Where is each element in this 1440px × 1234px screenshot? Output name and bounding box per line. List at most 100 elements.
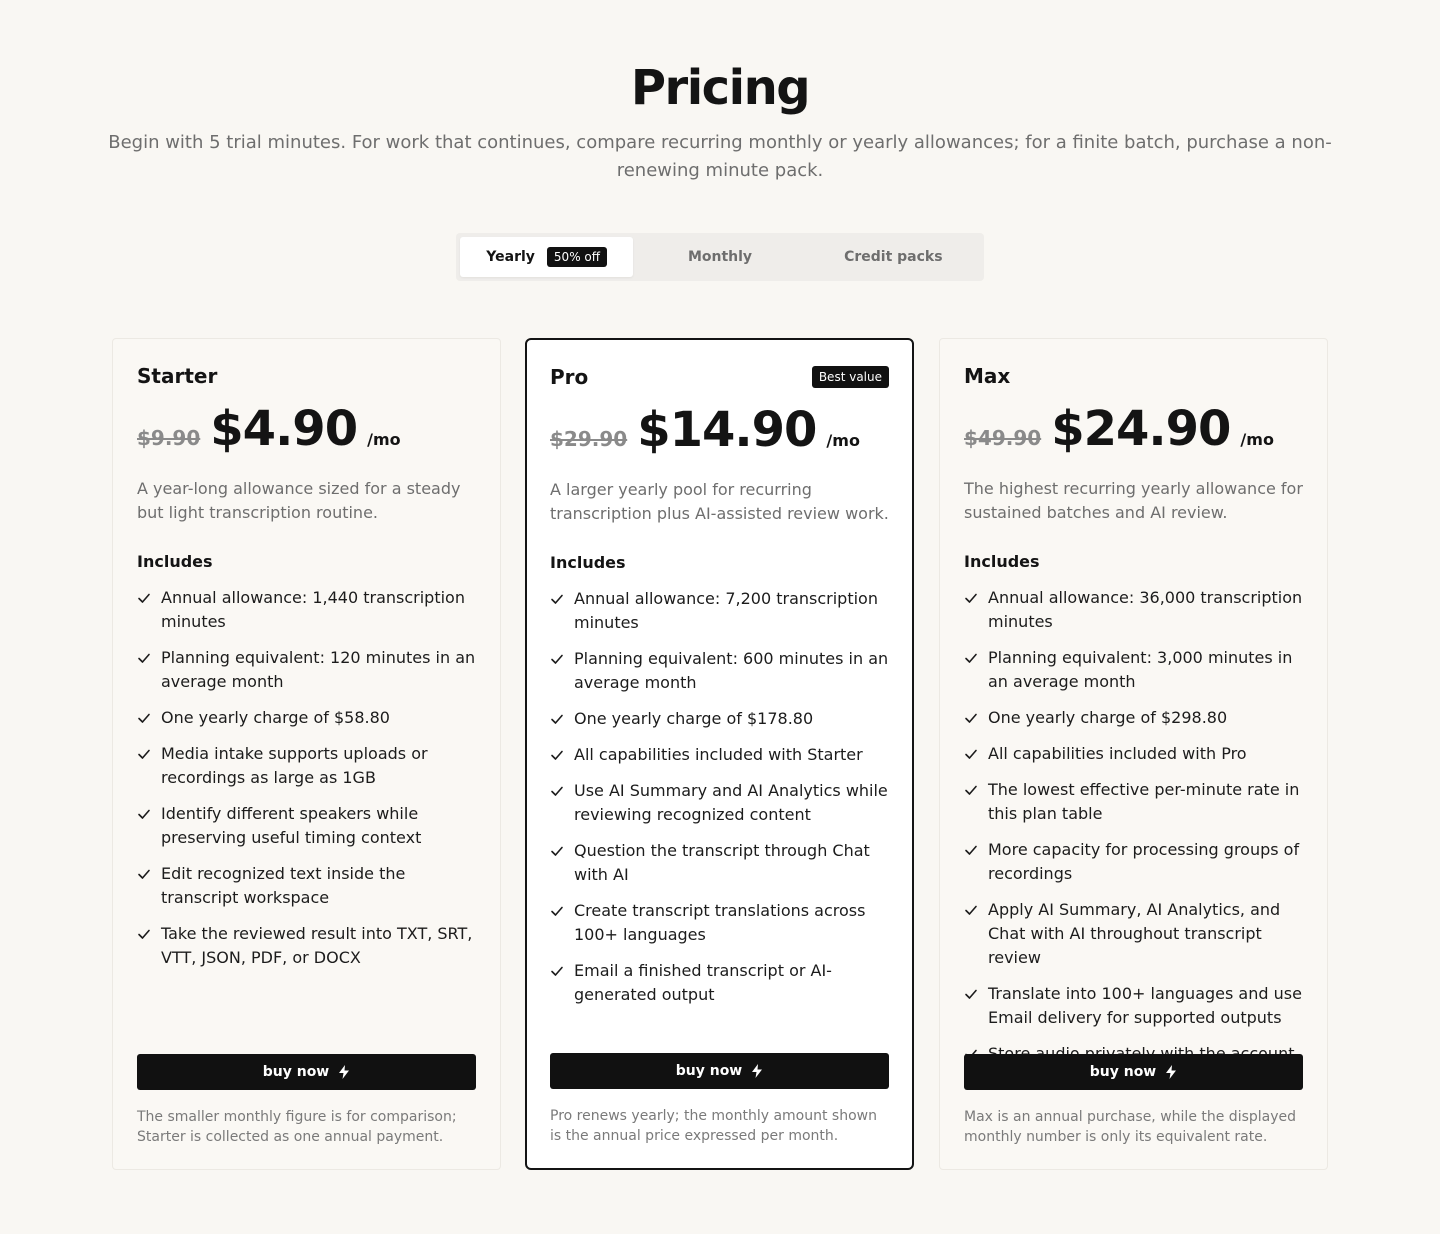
- price-row: $9.90 $4.90 /mo: [137, 401, 476, 461]
- feature-item: Identify different speakers while preser…: [137, 802, 476, 850]
- feature-text: Translate into 100+ languages and use Em…: [988, 984, 1302, 1027]
- check-icon: [551, 966, 563, 976]
- plan-description: The highest recurring yearly allowance f…: [964, 479, 1303, 522]
- original-price: $49.90: [964, 426, 1042, 450]
- plan-header: Max: [964, 363, 1303, 389]
- feature-text: More capacity for processing groups of r…: [988, 840, 1300, 883]
- check-icon: [551, 786, 563, 796]
- feature-text: Planning equivalent: 600 minutes in an a…: [574, 649, 889, 692]
- original-price: $29.90: [550, 427, 628, 451]
- check-icon: [138, 749, 150, 759]
- price-row: $49.90 $24.90 /mo: [964, 401, 1303, 461]
- feature-item: More capacity for processing groups of r…: [964, 838, 1303, 886]
- check-icon: [138, 713, 150, 723]
- feature-text: One yearly charge of $298.80: [988, 708, 1228, 727]
- page-subtitle: Begin with 5 trial minutes. For work tha…: [108, 132, 1332, 181]
- feature-text: One yearly charge of $58.80: [161, 708, 390, 727]
- buy-now-label: buy now: [1089, 1064, 1157, 1080]
- feature-text: Planning equivalent: 3,000 minutes in an…: [988, 648, 1293, 691]
- feature-text: Planning equivalent: 120 minutes in an a…: [161, 648, 476, 691]
- discount-badge: 50% off: [546, 247, 608, 267]
- check-icon: [551, 750, 563, 760]
- buy-now-label: buy now: [675, 1063, 743, 1079]
- feature-item: Planning equivalent: 600 minutes in an a…: [550, 647, 889, 695]
- check-icon: [551, 846, 563, 856]
- feature-item: Create transcript translations across 10…: [550, 899, 889, 947]
- feature-text: Media intake supports uploads or recordi…: [161, 744, 428, 787]
- feature-text: Annual allowance: 7,200 transcription mi…: [574, 589, 878, 632]
- feature-item: Take the reviewed result into TXT, SRT, …: [137, 922, 476, 970]
- page-title: Pricing: [630, 60, 811, 116]
- discounted-price: $24.90: [1051, 401, 1231, 457]
- check-icon: [138, 929, 150, 939]
- feature-text: Identify different speakers while preser…: [161, 804, 422, 847]
- feature-item: One yearly charge of $298.80: [964, 706, 1303, 730]
- best-value-badge: Best value: [811, 366, 889, 388]
- feature-item: One yearly charge of $58.80: [137, 706, 476, 730]
- tab-credit-packs[interactable]: Credit packs: [807, 237, 980, 277]
- buy-now-button[interactable]: buy now: [137, 1054, 476, 1090]
- plan-description: A larger yearly pool for recurring trans…: [550, 480, 889, 523]
- plan-card-max: Max $49.90 $24.90 /mo The highest recurr…: [939, 338, 1328, 1170]
- billing-toggle: Yearly 50% off Monthly Credit packs: [456, 233, 984, 281]
- feature-item: Apply AI Summary, AI Analytics, and Chat…: [964, 898, 1303, 970]
- feature-list: Annual allowance: 7,200 transcription mi…: [550, 587, 889, 1007]
- plan-name: Starter: [137, 364, 218, 388]
- feature-item: All capabilities included with Pro: [964, 742, 1303, 766]
- check-icon: [965, 989, 977, 999]
- feature-item: Email a finished transcript or AI-genera…: [550, 959, 889, 1007]
- feature-text: Question the transcript through Chat wit…: [574, 841, 870, 884]
- feature-text: The lowest effective per-minute rate in …: [988, 780, 1300, 823]
- plan-description: A year-long allowance sized for a steady…: [137, 479, 461, 522]
- feature-list: Annual allowance: 36,000 transcription m…: [964, 586, 1303, 1066]
- check-icon: [551, 654, 563, 664]
- includes-label: Includes: [964, 552, 1040, 571]
- feature-text: Use AI Summary and AI Analytics while re…: [574, 781, 888, 824]
- check-icon: [965, 713, 977, 723]
- feature-item: Annual allowance: 36,000 transcription m…: [964, 586, 1303, 634]
- check-icon: [551, 906, 563, 916]
- buy-now-label: buy now: [262, 1064, 330, 1080]
- feature-item: The lowest effective per-minute rate in …: [964, 778, 1303, 826]
- check-icon: [138, 653, 150, 663]
- feature-item: One yearly charge of $178.80: [550, 707, 889, 731]
- feature-text: One yearly charge of $178.80: [574, 709, 814, 728]
- bolt-icon: [339, 1065, 350, 1079]
- feature-item: Use AI Summary and AI Analytics while re…: [550, 779, 889, 827]
- discounted-price: $14.90: [637, 402, 817, 458]
- feature-item: Translate into 100+ languages and use Em…: [964, 982, 1303, 1030]
- plan-header: Pro Best value: [550, 364, 889, 390]
- feature-item: Planning equivalent: 120 minutes in an a…: [137, 646, 476, 694]
- feature-list: Annual allowance: 1,440 transcription mi…: [137, 586, 476, 970]
- tab-monthly-label: Monthly: [687, 249, 753, 265]
- check-icon: [138, 809, 150, 819]
- plan-footnote: The smaller monthly figure is for compar…: [137, 1109, 457, 1145]
- feature-item: Media intake supports uploads or recordi…: [137, 742, 476, 790]
- check-icon: [965, 749, 977, 759]
- tab-yearly[interactable]: Yearly 50% off: [460, 237, 634, 277]
- feature-item: Annual allowance: 7,200 transcription mi…: [550, 587, 889, 635]
- buy-now-button[interactable]: buy now: [550, 1053, 889, 1089]
- plan-card-starter: Starter $9.90 $4.90 /mo A year-long allo…: [112, 338, 501, 1170]
- price-period: /mo: [1240, 430, 1274, 449]
- check-icon: [965, 845, 977, 855]
- feature-text: Annual allowance: 1,440 transcription mi…: [161, 588, 465, 631]
- feature-text: All capabilities included with Pro: [988, 744, 1247, 763]
- feature-item: Edit recognized text inside the transcri…: [137, 862, 476, 910]
- feature-text: Apply AI Summary, AI Analytics, and Chat…: [988, 900, 1281, 967]
- bolt-icon: [1166, 1065, 1177, 1079]
- plan-footnote: Max is an annual purchase, while the dis…: [964, 1109, 1297, 1145]
- plan-name: Max: [964, 364, 1011, 388]
- check-icon: [965, 905, 977, 915]
- tab-monthly[interactable]: Monthly: [633, 237, 806, 277]
- check-icon: [551, 714, 563, 724]
- tab-yearly-label: Yearly: [486, 249, 535, 265]
- plan-footnote: Pro renews yearly; the monthly amount sh…: [550, 1108, 877, 1144]
- feature-text: Take the reviewed result into TXT, SRT, …: [161, 924, 473, 967]
- price-row: $29.90 $14.90 /mo: [550, 402, 889, 462]
- feature-text: Edit recognized text inside the transcri…: [161, 864, 406, 907]
- feature-item: All capabilities included with Starter: [550, 743, 889, 767]
- tab-credit-packs-label: Credit packs: [844, 249, 943, 265]
- buy-now-button[interactable]: buy now: [964, 1054, 1303, 1090]
- feature-text: Annual allowance: 36,000 transcription m…: [988, 588, 1303, 631]
